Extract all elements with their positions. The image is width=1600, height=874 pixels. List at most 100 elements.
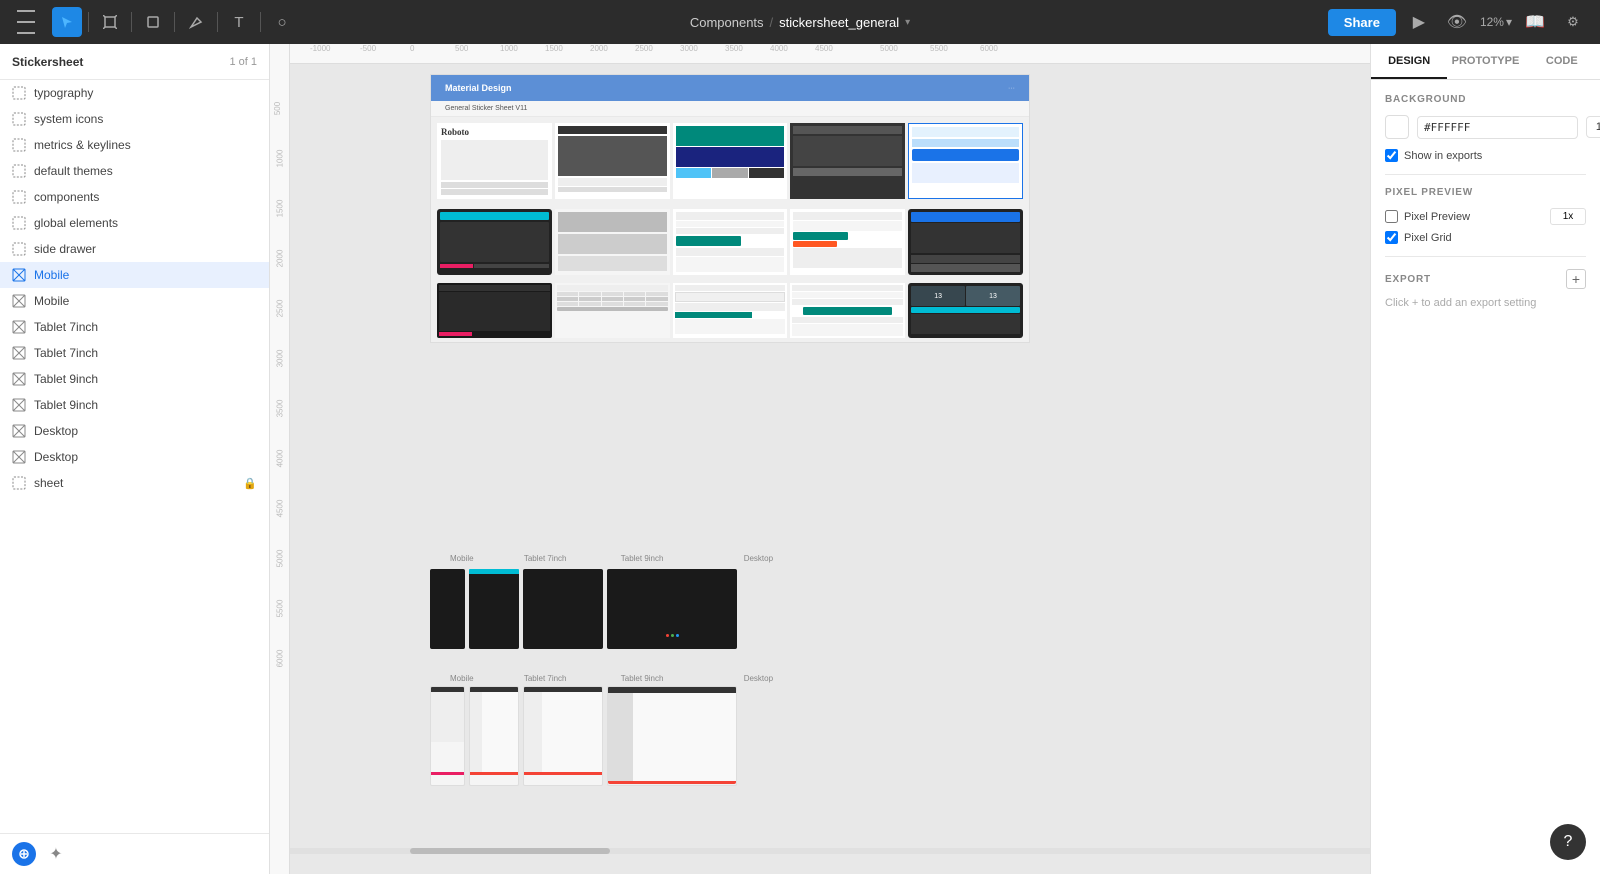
ruler-mark: 6000 xyxy=(980,44,998,53)
mobile-label-2: Mobile xyxy=(450,674,474,683)
dark-tablet-7-1 xyxy=(469,569,519,649)
canvas-scrollbar[interactable] xyxy=(290,848,1370,854)
tool-separator-4 xyxy=(217,12,218,32)
sidebar-item-tablet-7inch-2[interactable]: Tablet 7inch xyxy=(0,340,269,366)
sidebar-item-label: sheet xyxy=(34,476,63,490)
pixel-preview-checkbox[interactable] xyxy=(1385,210,1398,223)
ruler-mark: 5000 xyxy=(880,44,898,53)
sidebar-item-desktop-2[interactable]: Desktop xyxy=(0,444,269,470)
sidebar-item-tablet-9inch-2[interactable]: Tablet 9inch xyxy=(0,392,269,418)
sidebar-item-system-icons[interactable]: system icons xyxy=(0,106,269,132)
sidebar-item-label: Tablet 9inch xyxy=(34,398,98,412)
pen-tool[interactable] xyxy=(181,7,211,37)
comment-tool[interactable]: ○ xyxy=(267,7,297,37)
dashed-rect-icon xyxy=(12,242,26,256)
canvas-grid-3: 13 13 xyxy=(437,283,1023,338)
export-section-header: EXPORT + xyxy=(1385,269,1586,289)
section-label-dark: Mobile Tablet 7inch Tablet 9inch Desktop xyxy=(430,554,773,563)
dashed-rect-icon xyxy=(12,476,26,490)
pixel-preview-section-title: PIXEL PREVIEW xyxy=(1385,187,1586,198)
ruler-mark: 3500 xyxy=(725,44,743,53)
design-frame-main: Material Design ··· General Sticker Shee… xyxy=(430,74,1030,343)
left-sidebar: Stickersheet 1 of 1 typography xyxy=(0,44,270,874)
sidebar-item-desktop-1[interactable]: Desktop xyxy=(0,418,269,444)
thumb-components xyxy=(908,123,1023,199)
ruler-left: 500 1000 1500 2000 2500 3000 3500 4000 4… xyxy=(270,44,290,874)
tool-separator-2 xyxy=(131,12,132,32)
banner-title: Material Design xyxy=(445,83,512,93)
pixel-grid-checkbox[interactable] xyxy=(1385,231,1398,244)
shape-tool[interactable] xyxy=(138,7,168,37)
export-add-button[interactable]: + xyxy=(1566,269,1586,289)
pixel-preview-scale-input[interactable] xyxy=(1550,208,1586,225)
text-tool[interactable]: T xyxy=(224,7,254,37)
ruler-mark: 2500 xyxy=(635,44,653,53)
tablet9-label-2: Tablet 9inch xyxy=(621,674,664,683)
sidebar-bottom-icon-2[interactable]: ✦ xyxy=(44,842,68,866)
ruler-mark: 4000 xyxy=(770,44,788,53)
sidebar-item-components[interactable]: components xyxy=(0,184,269,210)
ruler-mark: 1000 xyxy=(500,44,518,53)
background-color-input[interactable] xyxy=(1417,116,1578,139)
sidebar-page-info: 1 of 1 xyxy=(229,56,257,68)
share-button[interactable]: Share xyxy=(1328,9,1396,36)
frame-tool[interactable] xyxy=(95,7,125,37)
cross-rect-icon xyxy=(12,398,26,412)
sidebar-item-label: side drawer xyxy=(34,242,96,256)
dark-desktop-1 xyxy=(607,569,737,649)
breadcrumb-separator: / xyxy=(770,15,774,30)
canvas-scrollbar-thumb[interactable] xyxy=(410,848,610,854)
cross-rect-icon xyxy=(12,424,26,438)
sidebar-item-tablet-9inch-1[interactable]: Tablet 9inch xyxy=(0,366,269,392)
banner-subtitle: ··· xyxy=(1008,85,1015,92)
preview-button[interactable]: 👁 xyxy=(1442,7,1472,37)
settings-button[interactable]: ⚙ xyxy=(1558,7,1588,37)
section-label-light: Mobile Tablet 7inch Tablet 9inch Desktop xyxy=(430,674,773,683)
ruler-mark: 2000 xyxy=(275,250,284,268)
book-button[interactable]: 📖 xyxy=(1520,7,1550,37)
sidebar-bottom-icon-1[interactable] xyxy=(12,842,36,866)
tab-code[interactable]: CODE xyxy=(1524,44,1600,79)
sidebar-item-tablet-7inch-1[interactable]: Tablet 7inch xyxy=(0,314,269,340)
sidebar-item-side-drawer[interactable]: side drawer xyxy=(0,236,269,262)
ruler-mark: 2500 xyxy=(275,300,284,318)
mobile-label: Mobile xyxy=(450,554,474,563)
sidebar-item-mobile-1[interactable]: Mobile xyxy=(0,262,269,288)
dark-frames-section xyxy=(430,569,737,649)
divider-1 xyxy=(1385,174,1586,175)
tab-design[interactable]: DESIGN xyxy=(1371,44,1447,79)
toolbar-right: Share ▶ 👁 12% ▾ 📖 ⚙ xyxy=(1328,7,1588,37)
toolbar: T ○ Components / stickersheet_general ▾ … xyxy=(0,0,1600,44)
light-desktop-1 xyxy=(607,686,737,786)
sidebar-item-label: system icons xyxy=(34,112,103,126)
export-hint: Click + to add an export setting xyxy=(1385,297,1586,309)
ruler-mark: 5500 xyxy=(930,44,948,53)
hamburger-menu[interactable] xyxy=(12,8,40,36)
cursor-tool[interactable] xyxy=(52,7,82,37)
tool-separator-1 xyxy=(88,12,89,32)
ruler-mark: 3000 xyxy=(680,44,698,53)
help-button[interactable]: ? xyxy=(1550,824,1586,860)
sidebar-item-label: Tablet 7inch xyxy=(34,320,98,334)
pixel-preview-row: Pixel Preview xyxy=(1385,208,1586,225)
canvas-area[interactable]: -1000 -500 0 500 1000 1500 2000 2500 300… xyxy=(270,44,1370,874)
sidebar-item-metrics-keylines[interactable]: metrics & keylines xyxy=(0,132,269,158)
sidebar-item-global-elements[interactable]: global elements xyxy=(0,210,269,236)
file-name[interactable]: stickersheet_general xyxy=(779,15,899,30)
background-opacity-input[interactable] xyxy=(1586,116,1600,138)
desktop-label-2: Desktop xyxy=(744,674,773,683)
chevron-down-icon[interactable]: ▾ xyxy=(905,17,910,28)
ruler-mark: -500 xyxy=(360,44,376,53)
sidebar-item-sheet[interactable]: sheet 🔒 xyxy=(0,470,269,496)
sidebar-item-typography[interactable]: typography xyxy=(0,80,269,106)
zoom-indicator[interactable]: 12% ▾ xyxy=(1480,15,1512,29)
background-color-swatch[interactable] xyxy=(1385,115,1409,139)
tab-prototype[interactable]: PROTOTYPE xyxy=(1447,44,1523,79)
sidebar-item-mobile-2[interactable]: Mobile xyxy=(0,288,269,314)
tool-separator-3 xyxy=(174,12,175,32)
show-in-exports-checkbox[interactable] xyxy=(1385,149,1398,162)
cross-rect-icon xyxy=(12,294,26,308)
export-section-title: EXPORT xyxy=(1385,274,1431,285)
sidebar-item-default-themes[interactable]: default themes xyxy=(0,158,269,184)
play-button[interactable]: ▶ xyxy=(1404,7,1434,37)
